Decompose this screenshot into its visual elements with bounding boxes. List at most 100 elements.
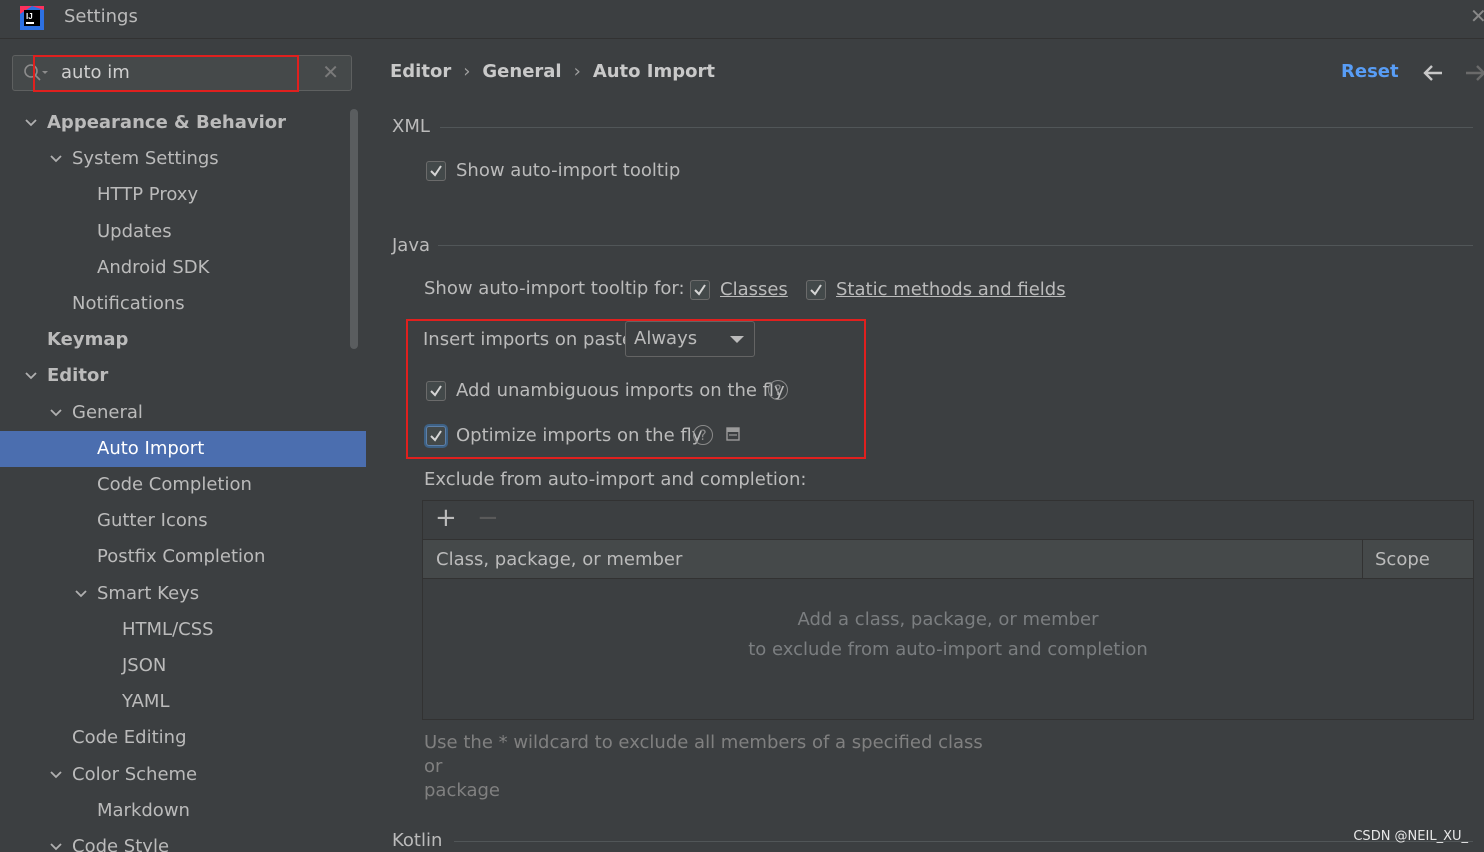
window-title: Settings [64,6,138,27]
tree-item-label: YAML [122,691,170,713]
sidebar-scrollbar[interactable] [350,109,358,349]
tree-item-general[interactable]: General [0,395,366,431]
tree-item-label: Android SDK [97,256,210,278]
exclude-label: Exclude from auto-import and completion: [424,469,807,490]
search-input[interactable]: auto im [61,62,130,83]
checkmark-icon [694,284,706,296]
tree-item-auto-import[interactable]: Auto Import [0,430,366,467]
chevron-down-icon[interactable] [49,757,65,793]
tree-item-label: Postfix Completion [97,546,266,568]
table-header: Class, package, or member Scope [423,539,1473,579]
breadcrumb-separator: › [573,61,581,82]
show-auto-import-tooltip-checkbox[interactable] [426,161,446,181]
clear-search-icon[interactable]: ✕ [322,60,339,84]
tree-item-appearance-behavior[interactable]: Appearance & Behavior [0,105,366,141]
tree-item-label: Color Scheme [72,763,198,785]
help-icon[interactable]: ? [768,380,788,400]
intellij-logo-icon: IJ [20,6,44,30]
help-icon[interactable]: ? [693,425,713,445]
insert-on-paste-value: Always [634,328,698,349]
wildcard-hint: Use the * wildcard to exclude all member… [424,731,984,803]
tree-item-yaml[interactable]: YAML [0,684,366,720]
column-header-class[interactable]: Class, package, or member [436,549,682,570]
section-divider [454,841,1473,842]
tree-item-color-scheme[interactable]: Color Scheme [0,757,366,793]
chevron-down-icon[interactable] [49,395,65,431]
tree-item-label: General [72,401,143,423]
close-window-icon[interactable]: ✕ [1470,4,1484,28]
breadcrumb-item[interactable]: Editor [390,61,451,82]
insert-on-paste-dropdown[interactable]: Always [625,321,755,357]
tree-item-android-sdk[interactable]: Android SDK [0,250,366,286]
chevron-down-icon[interactable] [24,358,40,394]
forward-arrow-icon[interactable] [1464,61,1484,85]
chevron-down-icon[interactable] [49,141,65,177]
add-unambiguous-imports-checkbox[interactable] [426,381,446,401]
svg-text:IJ: IJ [26,12,33,21]
column-divider [1362,540,1363,578]
checkmark-icon [430,165,442,177]
section-title-java: Java [392,235,431,256]
tree-item-label: JSON [122,655,167,676]
tooltip-for-label: Show auto-import tooltip for: [424,278,685,299]
tree-item-label: Code Editing [72,727,187,749]
insert-on-paste-label: Insert imports on paste: [423,329,640,350]
tree-item-notifications[interactable]: Notifications [0,286,366,322]
reset-link[interactable]: Reset [1341,61,1399,82]
empty-table-text: Add a class, package, or member [797,609,1099,630]
classes-label[interactable]: Classes [720,279,788,300]
optimize-imports-checkbox[interactable] [426,426,446,446]
show-auto-import-tooltip-label[interactable]: Show auto-import tooltip [456,160,680,181]
chevron-down-icon[interactable] [74,576,90,612]
add-unambiguous-imports-label[interactable]: Add unambiguous imports on the fly [456,380,785,401]
chevron-down-icon [730,336,744,343]
checkmark-icon [430,430,442,442]
tree-item-label: Notifications [72,293,185,314]
wildcard-hint-line: Use the * wildcard to exclude all member… [424,732,983,777]
tree-item-label: HTTP Proxy [97,184,199,206]
column-header-scope[interactable]: Scope [1375,549,1430,570]
tree-item-label: Keymap [47,329,129,351]
empty-table-text: to exclude from auto-import and completi… [748,639,1148,660]
breadcrumb-separator: › [463,61,471,82]
tree-item-label: Markdown [97,799,190,821]
table-toolbar: + − [423,501,1473,539]
tree-item-label: Code Style [72,836,170,852]
tree-item-label: Smart Keys [97,582,200,604]
tree-item-label: HTML/CSS [122,618,214,640]
static-methods-checkbox[interactable] [806,280,826,300]
tree-item-updates[interactable]: Updates [0,214,366,250]
tree-item-html-css[interactable]: HTML/CSS [0,612,366,648]
tree-item-markdown[interactable]: Markdown [0,793,366,829]
tree-item-code-completion[interactable]: Code Completion [0,467,366,503]
tree-item-postfix-completion[interactable]: Postfix Completion [0,539,366,575]
tree-item-label: Gutter Icons [97,510,208,532]
static-methods-label[interactable]: Static methods and fields [836,279,1066,300]
tree-item-http-proxy[interactable]: HTTP Proxy [0,177,366,213]
breadcrumb-item[interactable]: General [482,61,561,82]
tree-item-label: Updates [97,220,172,242]
watermark: CSDN @NEIL_XU_ [1353,829,1468,844]
tree-item-editor[interactable]: Editor [0,358,366,394]
optimize-imports-label[interactable]: Optimize imports on the fly [456,425,702,446]
settings-sidebar: auto im ✕ Appearance & Behavior System Se… [0,39,366,852]
remove-icon: − [477,503,499,533]
back-arrow-icon[interactable] [1421,61,1445,85]
chevron-down-icon[interactable] [49,829,65,852]
tree-item-smart-keys[interactable]: Smart Keys [0,576,366,612]
settings-window-icon[interactable] [726,427,740,441]
checkmark-icon [430,385,442,397]
tree-item-gutter-icons[interactable]: Gutter Icons [0,503,366,539]
tree-item-label: Auto Import [97,437,205,459]
classes-checkbox[interactable] [690,280,710,300]
title-bar: IJ Settings ✕ [0,0,1484,39]
tree-item-json[interactable]: JSON [0,648,366,684]
tree-item-system-settings[interactable]: System Settings [0,141,366,177]
add-icon[interactable]: + [435,503,457,533]
tree-item-code-style[interactable]: Code Style [0,829,366,852]
tree-item-keymap[interactable]: Keymap [0,322,366,358]
chevron-down-icon[interactable] [24,105,40,141]
checkmark-icon [810,284,822,296]
search-field[interactable]: auto im ✕ [12,55,352,91]
tree-item-code-editing[interactable]: Code Editing [0,720,366,756]
